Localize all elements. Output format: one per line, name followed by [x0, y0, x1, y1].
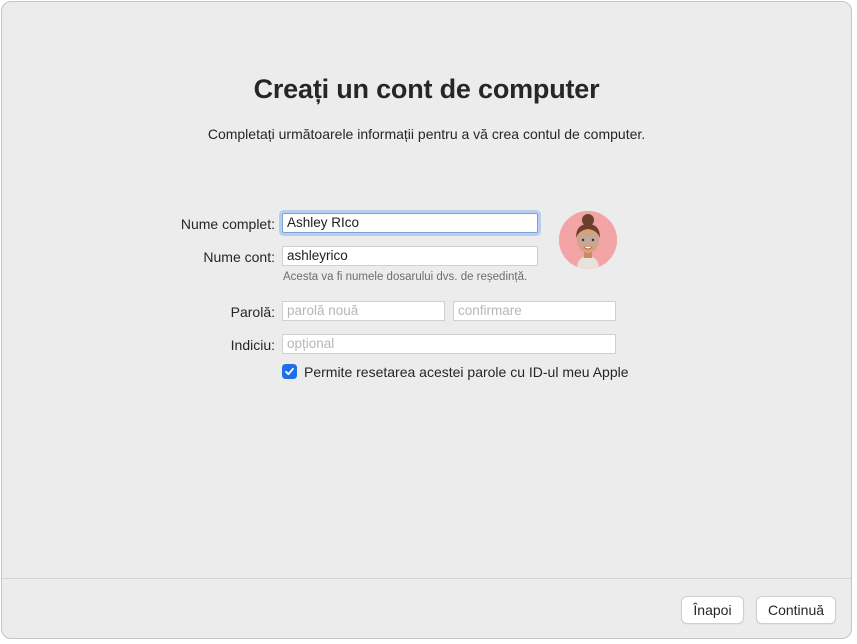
hint-label: Indiciu: — [230, 337, 275, 353]
apple-id-reset-checkbox[interactable] — [282, 364, 297, 379]
apple-id-reset-label[interactable]: Permite resetarea acestei parole cu ID-u… — [304, 364, 629, 380]
new-password-field[interactable]: parolă nouă — [282, 301, 445, 321]
confirm-password-field[interactable]: confirmare — [453, 301, 616, 321]
hint-field[interactable]: opțional — [282, 334, 616, 354]
continue-button[interactable]: Continuă — [756, 596, 836, 624]
password-label: Parolă: — [230, 304, 275, 320]
account-name-label: Nume cont: — [203, 249, 275, 265]
memoji-avatar[interactable] — [559, 211, 617, 269]
checkmark-icon — [285, 367, 294, 376]
account-name-field[interactable]: ashleyrico — [282, 246, 538, 266]
setup-window: Creați un cont de computer Completați ur… — [1, 1, 852, 639]
memoji-icon — [559, 211, 617, 269]
full-name-field[interactable]: Ashley RIco — [282, 213, 538, 233]
back-button[interactable]: Înapoi — [681, 596, 744, 624]
page-title: Creați un cont de computer — [253, 74, 600, 104]
account-name-hint: Acesta va fi numele dosarului dvs. de re… — [283, 271, 528, 283]
footer-divider — [2, 578, 851, 579]
full-name-label: Nume complet: — [180, 216, 275, 232]
page-subtitle: Completați următoarele informații pentru… — [207, 126, 646, 142]
